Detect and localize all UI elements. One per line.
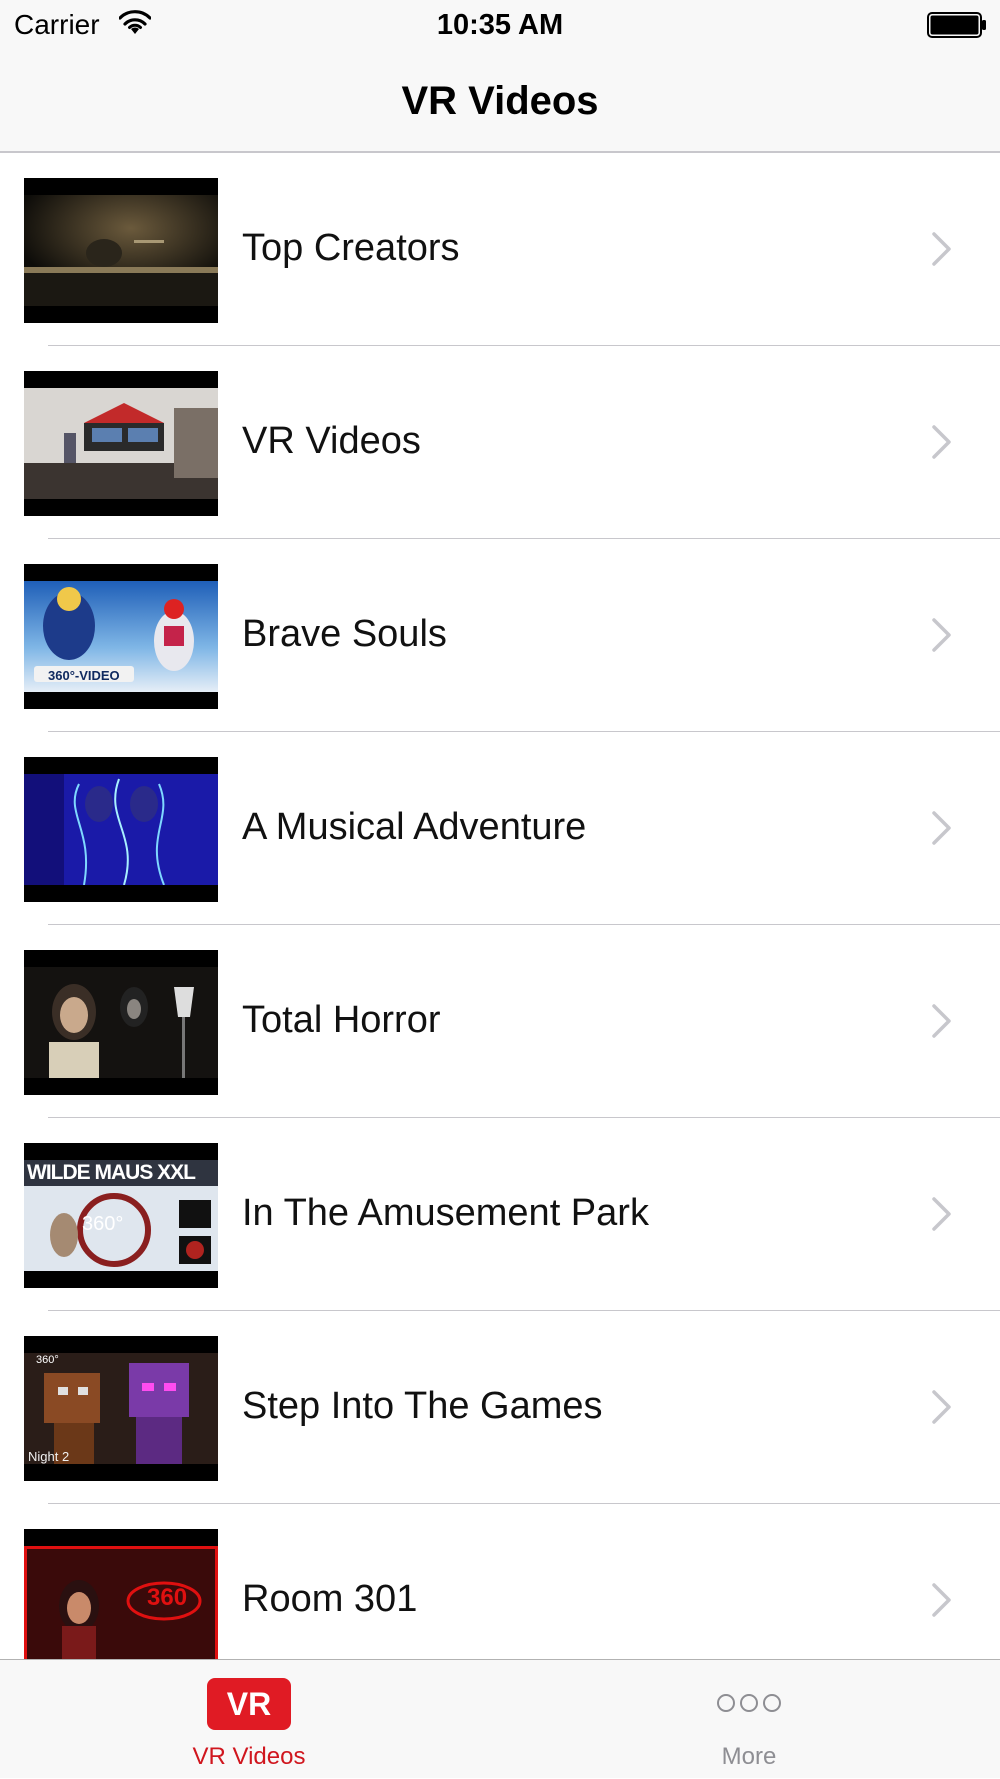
dark-stage-thumbnail-icon bbox=[24, 178, 218, 323]
thumbnail-caption: 360° bbox=[36, 1354, 59, 1366]
list-item[interactable]: Top Creators bbox=[0, 153, 1000, 346]
list-item[interactable]: Total Horror bbox=[0, 925, 1000, 1118]
neon-dancers-thumbnail-icon bbox=[24, 757, 218, 902]
studio-room-thumbnail-icon bbox=[24, 371, 218, 516]
thumbnail-caption: 360 bbox=[147, 1584, 188, 1611]
list-item[interactable]: A Musical Adventure bbox=[0, 732, 1000, 925]
navigation-bar: VR Videos bbox=[0, 50, 1000, 153]
list-item[interactable]: 360°-VIDEO Brave Souls bbox=[0, 539, 1000, 732]
row-label: Room 301 bbox=[242, 1578, 418, 1620]
row-label: Brave Souls bbox=[242, 613, 447, 655]
chevron-right-icon bbox=[932, 232, 951, 266]
list-item[interactable]: VR Videos bbox=[0, 346, 1000, 539]
more-icon bbox=[717, 1694, 781, 1712]
status-bar: Carrier 10:35 AM bbox=[0, 0, 1000, 50]
list-item[interactable]: WILDE MAUS XXL 360° In The Amusement Par… bbox=[0, 1118, 1000, 1311]
horror-nun-thumbnail-icon bbox=[24, 950, 218, 1095]
thumbnail-caption-360: 360° bbox=[82, 1213, 124, 1235]
row-label: A Musical Adventure bbox=[242, 806, 587, 848]
battery-icon bbox=[927, 12, 986, 38]
tab-label: VR Videos bbox=[192, 1743, 306, 1770]
thumbnail-caption-night: Night 2 bbox=[28, 1449, 70, 1464]
red-room-thumbnail-icon: 360 bbox=[24, 1529, 218, 1659]
rollercoaster-thumbnail-icon: WILDE MAUS XXL 360° bbox=[24, 1143, 218, 1288]
row-label: In The Amusement Park bbox=[242, 1192, 649, 1234]
row-label: Step Into The Games bbox=[242, 1385, 603, 1427]
status-time: 10:35 AM bbox=[436, 9, 564, 41]
chevron-right-icon bbox=[932, 1583, 951, 1617]
tab-vr-videos[interactable]: VR VR Videos bbox=[0, 1660, 500, 1779]
tab-bar: VR VR Videos More bbox=[0, 1659, 1000, 1778]
ski-360-thumbnail-icon: 360°-VIDEO bbox=[24, 564, 218, 709]
tab-label: More bbox=[721, 1743, 777, 1770]
chevron-right-icon bbox=[932, 1004, 951, 1038]
tab-more[interactable]: More bbox=[500, 1660, 1000, 1779]
chevron-right-icon bbox=[932, 1197, 951, 1231]
vr-badge-icon: VR bbox=[207, 1678, 291, 1730]
thumbnail-caption: 360°-VIDEO bbox=[48, 668, 120, 683]
video-category-list[interactable]: Top Creators VR Videos 360°-VIDEO Brave … bbox=[0, 153, 1000, 1659]
chevron-right-icon bbox=[932, 811, 951, 845]
list-item[interactable]: 360 Room 301 bbox=[0, 1504, 1000, 1659]
chevron-right-icon bbox=[932, 1390, 951, 1424]
chevron-right-icon bbox=[932, 425, 951, 459]
list-item[interactable]: 360° Night 2 Step Into The Games bbox=[0, 1311, 1000, 1504]
thumbnail-caption: WILDE MAUS XXL bbox=[27, 1161, 196, 1184]
row-label: Top Creators bbox=[242, 227, 460, 269]
row-label: Total Horror bbox=[242, 999, 441, 1041]
game-characters-thumbnail-icon: 360° Night 2 bbox=[24, 1336, 218, 1481]
chevron-right-icon bbox=[932, 618, 951, 652]
row-label: VR Videos bbox=[242, 420, 421, 462]
page-title: VR Videos bbox=[401, 79, 599, 123]
